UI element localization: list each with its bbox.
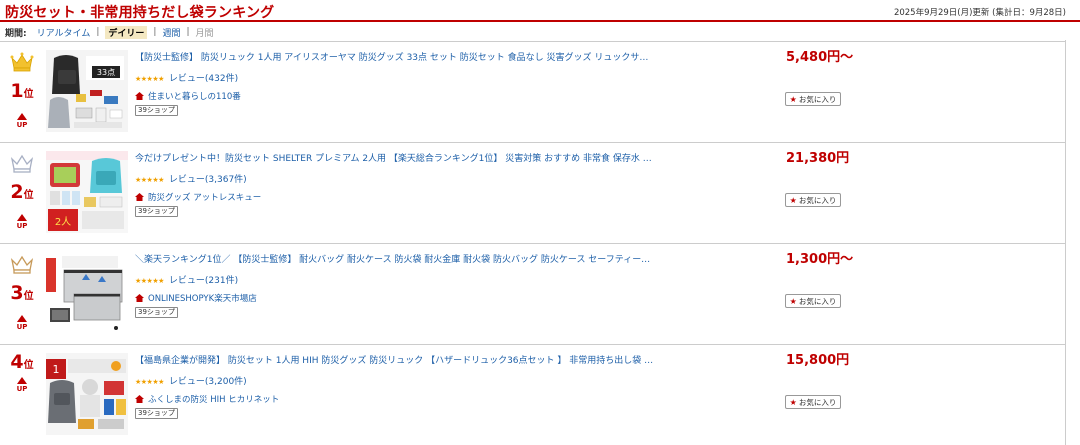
item-title-link[interactable]: ＼楽天ランキング1位／ 【防災士監修】 耐火バッグ 耐火ケース 防火袋 耐火金庫… <box>135 252 655 265</box>
ranking-header: 防災セット・非常用持ちだし袋ランキング 2025年9月29日(月)更新 (集計日… <box>0 0 1080 21</box>
shop-link[interactable]: ONLINESHOPYK楽天市場店 <box>148 292 257 304</box>
item-info: 【福島県企業が開発】 防災セット 1人用 HIH 防災グッズ 防災リュック 【ハ… <box>135 353 775 419</box>
review-link[interactable]: レビュー(432件) <box>169 74 238 84</box>
rank-up-label: UP <box>16 222 28 230</box>
tab-realtime[interactable]: リアルタイム <box>37 26 91 39</box>
favorite-button[interactable]: ★ お気に入り <box>785 294 841 308</box>
shop-line: 住まいと暮らしの110番 <box>135 90 775 102</box>
tab-monthly: 月間 <box>195 28 214 39</box>
rank-up-arrow-icon <box>17 315 27 322</box>
ranking-item: 1位 UP 33点 【防災士監修】 防災リュック 1人用 アイリスオーヤマ 防災… <box>0 41 1065 142</box>
shop-link[interactable]: 住まいと暮らしの110番 <box>148 90 241 102</box>
rank-up-label: UP <box>16 385 28 393</box>
page-title: 防災セット・非常用持ちだし袋ランキング <box>5 5 275 21</box>
review-link[interactable]: レビュー(231件) <box>169 276 238 286</box>
shop-link[interactable]: ふくしまの防災 HIH ヒカリネット <box>148 393 279 405</box>
39-shop-badge: 39ショップ <box>135 206 178 217</box>
star-rating-icon: ★★★★★ <box>135 277 164 285</box>
shop-home-icon <box>135 92 144 100</box>
shop-home-icon <box>135 193 144 201</box>
rank-up-label: UP <box>16 323 28 331</box>
fireproof-bag-image <box>46 252 128 334</box>
item-info: 今だけプレゼント中！防災セット SHELTER プレミアム 2人用 【楽天総合ラ… <box>135 151 775 217</box>
shop-line: ONLINESHOPYK楽天市場店 <box>135 292 775 304</box>
tab-separator: | <box>96 27 100 37</box>
review-link[interactable]: レビュー(3,200件) <box>169 377 247 387</box>
rating-line: ★★★★★ レビュー(3,367件) <box>135 172 775 185</box>
item-price: 5,480円〜 <box>786 50 854 65</box>
item-price: 1,300円〜 <box>786 252 854 267</box>
39-shop-badge: 39ショップ <box>135 307 178 318</box>
list-border <box>1065 40 1066 445</box>
header-divider <box>0 20 1080 22</box>
product-image[interactable]: 1 <box>46 353 128 435</box>
period-selector: 期間: リアルタイム | デイリー | 週間 | 月間 <box>5 25 214 39</box>
rating-line: ★★★★★ レビュー(231件) <box>135 273 775 286</box>
gold-crown-icon <box>10 52 34 72</box>
star-icon: ★ <box>789 296 797 306</box>
product-image[interactable]: 33点 <box>46 50 128 132</box>
tab-separator: | <box>153 27 157 37</box>
shop-line: ふくしまの防災 HIH ヒカリネット <box>135 393 775 405</box>
star-rating-icon: ★★★★★ <box>135 176 164 184</box>
ranking-item: 2位 UP 2人 今だけプレゼント中！防災セット SHELTER プレミアム 2… <box>0 142 1065 243</box>
star-rating-icon: ★★★★★ <box>135 75 164 83</box>
bronze-crown-icon <box>10 255 34 274</box>
item-title-link[interactable]: 【防災士監修】 防災リュック 1人用 アイリスオーヤマ 防災グッズ 33点 セッ… <box>135 50 655 63</box>
review-link[interactable]: レビュー(3,367件) <box>169 175 247 185</box>
product-image[interactable] <box>46 252 128 334</box>
period-label: 期間: <box>5 28 27 39</box>
tab-weekly[interactable]: 週間 <box>162 26 180 39</box>
item-price: 15,800円 <box>786 353 850 368</box>
svg-text:2人: 2人 <box>55 216 71 228</box>
rank-up-label: UP <box>16 121 28 129</box>
star-icon: ★ <box>789 195 797 205</box>
rank-up-arrow-icon <box>17 113 27 120</box>
item-price: 21,380円 <box>786 151 850 166</box>
backpack-kit-image: 33点 <box>46 50 128 132</box>
39-shop-badge: 39ショップ <box>135 105 178 116</box>
star-rating-icon: ★★★★★ <box>135 378 164 386</box>
shop-home-icon <box>135 395 144 403</box>
silver-crown-icon <box>10 154 34 173</box>
favorite-button[interactable]: ★ お気に入り <box>785 193 841 207</box>
tab-daily[interactable]: デイリー <box>105 25 148 39</box>
item-title-link[interactable]: 今だけプレゼント中！防災セット SHELTER プレミアム 2人用 【楽天総合ラ… <box>135 151 655 164</box>
39-shop-badge: 39ショップ <box>135 408 178 419</box>
rank-number: 3位 <box>10 282 34 304</box>
rank-number: 4位 <box>10 351 34 373</box>
rating-line: ★★★★★ レビュー(432件) <box>135 71 775 84</box>
shop-line: 防災グッズ アットレスキュー <box>135 191 775 203</box>
updated-date: 2025年9月29日(月)更新 (集計日：9月28日) <box>893 8 1066 18</box>
shop-home-icon <box>135 294 144 302</box>
star-icon: ★ <box>789 94 797 104</box>
shop-link[interactable]: 防災グッズ アットレスキュー <box>148 191 261 203</box>
favorite-button[interactable]: ★ お気に入り <box>785 395 841 409</box>
tab-separator: | <box>186 27 190 37</box>
item-info: 【防災士監修】 防災リュック 1人用 アイリスオーヤマ 防災グッズ 33点 セッ… <box>135 50 775 116</box>
svg-text:33点: 33点 <box>97 68 115 77</box>
rating-line: ★★★★★ レビュー(3,200件) <box>135 374 775 387</box>
ranking-item: 4位 UP 1 【福島県企業が開発】 防災セット 1人用 HIH 防災グッズ 防… <box>0 344 1065 445</box>
item-title-link[interactable]: 【福島県企業が開発】 防災セット 1人用 HIH 防災グッズ 防災リュック 【ハ… <box>135 353 655 366</box>
rank-up-arrow-icon <box>17 377 27 384</box>
rank-number: 2位 <box>10 181 34 203</box>
product-image[interactable]: 2人 <box>46 151 128 233</box>
ranking-item: 3位 UP ＼楽天ランキング1位／ 【防災士監修】 耐火バッグ 耐火ケース 防火… <box>0 243 1065 344</box>
item-info: ＼楽天ランキング1位／ 【防災士監修】 耐火バッグ 耐火ケース 防火袋 耐火金庫… <box>135 252 775 318</box>
star-icon: ★ <box>789 397 797 407</box>
svg-text:1: 1 <box>53 363 60 376</box>
rank-number: 1位 <box>10 80 34 102</box>
rank-up-arrow-icon <box>17 214 27 221</box>
hih-kit-image: 1 <box>46 353 128 435</box>
shelter-kit-image: 2人 <box>46 151 128 233</box>
favorite-button[interactable]: ★ お気に入り <box>785 92 841 106</box>
